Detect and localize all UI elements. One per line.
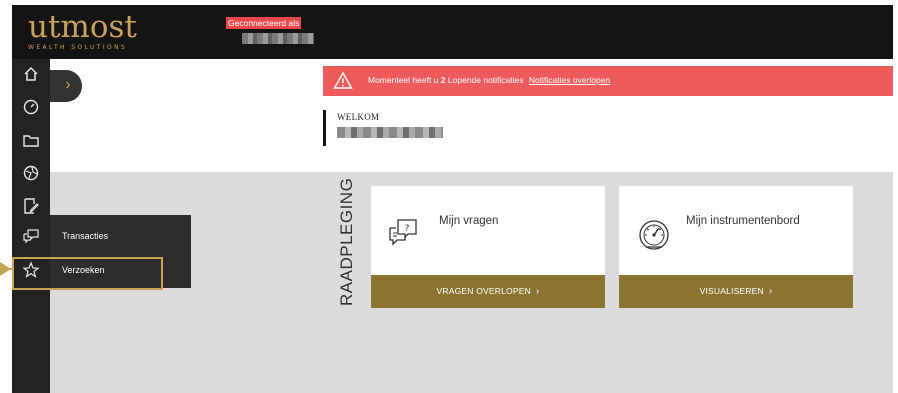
icon-rail [12,59,50,393]
notifications-review-link[interactable]: Notificaties overlopen [529,75,610,85]
submenu-item-transacties[interactable]: Transacties [62,231,108,241]
logo-wordmark: utmost [28,9,137,45]
alert-count: 2 [440,75,446,85]
section-label-raadpleging: RAADPLEGING [337,177,356,306]
question-chat-icon: ? [386,214,426,254]
edit-document-icon[interactable] [22,197,40,215]
card-mijn-vragen: ? Mijn vragen VRAGEN OVERLOPEN › [371,186,605,308]
connected-as-label: Geconnecteerd als [226,17,302,29]
app-window: utmost WEALTH SOLUTIONS Geconnecteerd al… [0,0,898,393]
card-mijn-instrumentenbord: Mijn instrumentenbord VISUALISEREN › [619,186,853,308]
alert-text-suffix: Lopende notificaties [447,75,524,85]
pointer-arrow-icon [0,262,11,276]
card-title-mijn-instrumentenbord: Mijn instrumentenbord [686,215,800,227]
utmost-logo[interactable]: utmost WEALTH SOLUTIONS [28,11,168,51]
welcome-user-name-redacted [337,127,443,138]
logo-tagline: WEALTH SOLUTIONS [28,44,128,51]
connected-user-name-redacted [242,33,314,44]
top-header: utmost WEALTH SOLUTIONS Geconnecteerd al… [12,5,893,59]
sidebar-upper-panel [50,59,317,172]
alert-text-prefix: Momenteel heeft u [368,75,439,85]
visualiseren-button[interactable]: VISUALISEREN › [619,275,853,308]
chevron-right-icon: › [535,286,540,297]
verzoeken-highlight-frame [12,257,163,290]
card-title-mijn-vragen: Mijn vragen [439,215,499,227]
vragen-overlopen-label: VRAGEN OVERLOPEN [436,286,531,296]
warning-icon [333,71,353,91]
home-icon[interactable] [22,65,40,83]
chat-icon[interactable] [22,227,40,245]
gauge-icon[interactable] [22,98,40,116]
dashboard-gauge-icon [634,214,674,254]
alert-message: Momenteel heeft u 2 Lopende notificaties… [368,75,610,85]
welcome-label: WELKOM [337,112,380,122]
chevron-right-icon: › [768,286,773,297]
vragen-overlopen-button[interactable]: VRAGEN OVERLOPEN › [371,275,605,308]
visualiseren-label: VISUALISEREN [699,286,764,296]
folder-icon[interactable] [22,131,40,149]
globe-icon[interactable] [22,164,40,182]
welcome-accent-bar [323,110,326,146]
expand-sidebar-button[interactable]: › [50,70,82,102]
notification-alert-banner: Momenteel heeft u 2 Lopende notificaties… [323,66,893,96]
svg-text:?: ? [405,224,410,234]
